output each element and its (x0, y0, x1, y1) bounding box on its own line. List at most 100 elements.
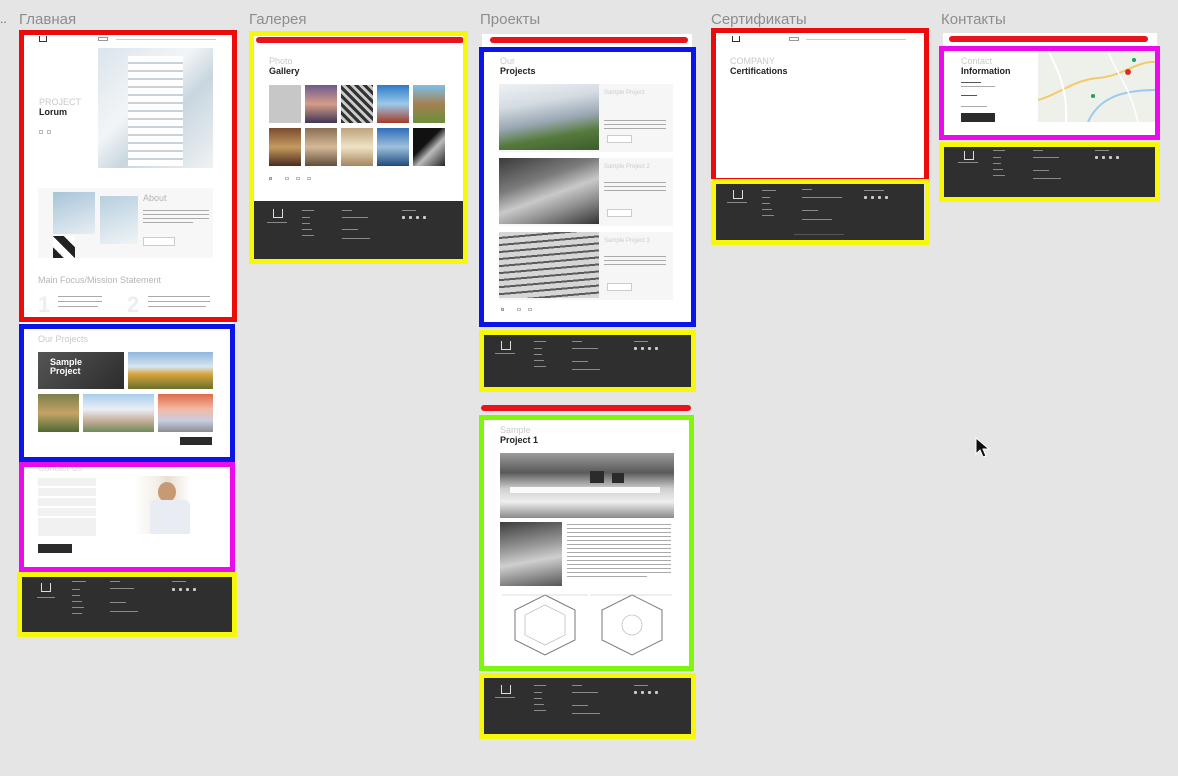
pinterest-icon[interactable] (655, 347, 658, 350)
gallery-page-frame[interactable]: Photo Gallery (252, 34, 464, 260)
footer-link (534, 704, 544, 705)
twitter-icon[interactable] (409, 216, 412, 219)
project-detail-frame[interactable]: Sample Project 1 (483, 417, 691, 670)
gallery-pager[interactable] (307, 177, 311, 180)
project-more-button[interactable] (607, 135, 632, 143)
pinterest-icon[interactable] (193, 588, 196, 591)
contacts-page-frame[interactable]: Contact Information (943, 33, 1157, 137)
detail-text-line (567, 564, 671, 565)
project-more-button[interactable] (607, 209, 632, 217)
certificates-page-frame[interactable]: COMPANY Certifications (714, 32, 924, 240)
contact-phone-input[interactable] (38, 488, 96, 496)
project-more-button[interactable] (607, 283, 632, 291)
mission-text-line (148, 306, 206, 307)
instagram-icon[interactable] (186, 588, 189, 591)
contacts-map[interactable] (1037, 49, 1157, 123)
footer-col-head (1033, 150, 1043, 151)
gallery-thumb[interactable] (377, 128, 409, 166)
project-item-text (604, 120, 666, 121)
detail-text-line (567, 576, 647, 577)
pinterest-icon[interactable] (885, 196, 888, 199)
gallery-pager[interactable] (269, 177, 272, 180)
twitter-icon[interactable] (1102, 156, 1105, 159)
nav-item[interactable] (98, 37, 108, 41)
projects-more-button[interactable] (180, 437, 212, 445)
nav-item[interactable] (789, 37, 799, 41)
hero-prev-button[interactable] (39, 130, 43, 134)
gallery-pager[interactable] (296, 177, 300, 180)
footer-link (993, 157, 1001, 158)
nav-links[interactable] (806, 39, 906, 40)
nav-links[interactable] (116, 39, 216, 40)
contact-message-input[interactable] (38, 518, 96, 536)
footer-brand (495, 353, 515, 354)
project-image-aerial[interactable] (38, 394, 79, 432)
instagram-icon[interactable] (1109, 156, 1112, 159)
frame-title-projects[interactable]: Проекты (480, 11, 540, 28)
hero-next-button[interactable] (47, 130, 51, 134)
projects-label-light: Our (500, 56, 516, 66)
footer-phone (572, 361, 588, 362)
facebook-icon[interactable] (402, 216, 405, 219)
about-more-button[interactable] (143, 237, 175, 246)
gallery-label-light: Photo (269, 56, 293, 66)
mission-text-line (58, 306, 98, 307)
gallery-thumb[interactable] (341, 128, 373, 166)
logo-icon (733, 190, 743, 199)
contact-name-input[interactable] (38, 478, 96, 486)
projects-pager[interactable] (501, 308, 504, 311)
project-image-campus[interactable] (83, 394, 154, 432)
gallery-thumb[interactable] (413, 85, 445, 123)
home-page-frame[interactable]: PROJECT Lorum About Main Focus/Mission S… (20, 30, 234, 635)
twitter-icon[interactable] (641, 347, 644, 350)
facebook-icon[interactable] (172, 588, 175, 591)
gallery-thumb[interactable] (269, 85, 301, 123)
gallery-thumb[interactable] (269, 128, 301, 166)
gallery-thumb[interactable] (377, 85, 409, 123)
instagram-icon[interactable] (416, 216, 419, 219)
contacts-send-button[interactable] (961, 113, 995, 122)
instagram-icon[interactable] (648, 347, 651, 350)
facebook-icon[interactable] (864, 196, 867, 199)
instagram-icon[interactable] (648, 691, 651, 694)
pinterest-icon[interactable] (423, 216, 426, 219)
instagram-icon[interactable] (878, 196, 881, 199)
footer-link (302, 235, 314, 236)
footer-email (572, 713, 600, 714)
projects-pager[interactable] (528, 308, 532, 311)
projects-pager[interactable] (517, 308, 521, 311)
pinterest-icon[interactable] (655, 691, 658, 694)
facebook-icon[interactable] (1095, 156, 1098, 159)
project-image-modern[interactable] (158, 394, 213, 432)
footer-col-head (72, 581, 86, 582)
projects-page-frame[interactable]: Our Projects Sample Project Sample Proje… (482, 34, 692, 326)
facebook-icon[interactable] (634, 347, 637, 350)
project-card-featured[interactable]: Sample Project (38, 352, 124, 389)
footer-link (534, 354, 542, 355)
footer-address (342, 217, 368, 218)
contact-person-image (100, 476, 213, 534)
frame-title-contacts[interactable]: Контакты (941, 11, 1006, 28)
detail-text-line (567, 568, 671, 569)
frame-title-home[interactable]: Главная (19, 11, 76, 28)
gallery-thumb[interactable] (341, 85, 373, 123)
project-image-dome[interactable] (128, 352, 213, 389)
gallery-thumb[interactable] (413, 128, 445, 166)
pinterest-icon[interactable] (1116, 156, 1119, 159)
logo-icon (732, 36, 740, 42)
twitter-icon[interactable] (179, 588, 182, 591)
logo-icon (501, 685, 511, 694)
twitter-icon[interactable] (871, 196, 874, 199)
gallery-thumb[interactable] (305, 128, 337, 166)
twitter-icon[interactable] (641, 691, 644, 694)
facebook-icon[interactable] (634, 691, 637, 694)
contact-subject-input[interactable] (38, 508, 96, 516)
frame-title-certificates[interactable]: Сертификаты (711, 11, 807, 28)
certs-label-bold: Certifications (730, 66, 788, 76)
gallery-pager[interactable] (285, 177, 289, 180)
contact-email-input[interactable] (38, 498, 96, 506)
frame-title-gallery[interactable]: Галерея (249, 11, 307, 28)
nav-placeholder-bar (490, 37, 688, 43)
gallery-thumb[interactable] (305, 85, 337, 123)
contact-submit-button[interactable] (38, 544, 72, 553)
